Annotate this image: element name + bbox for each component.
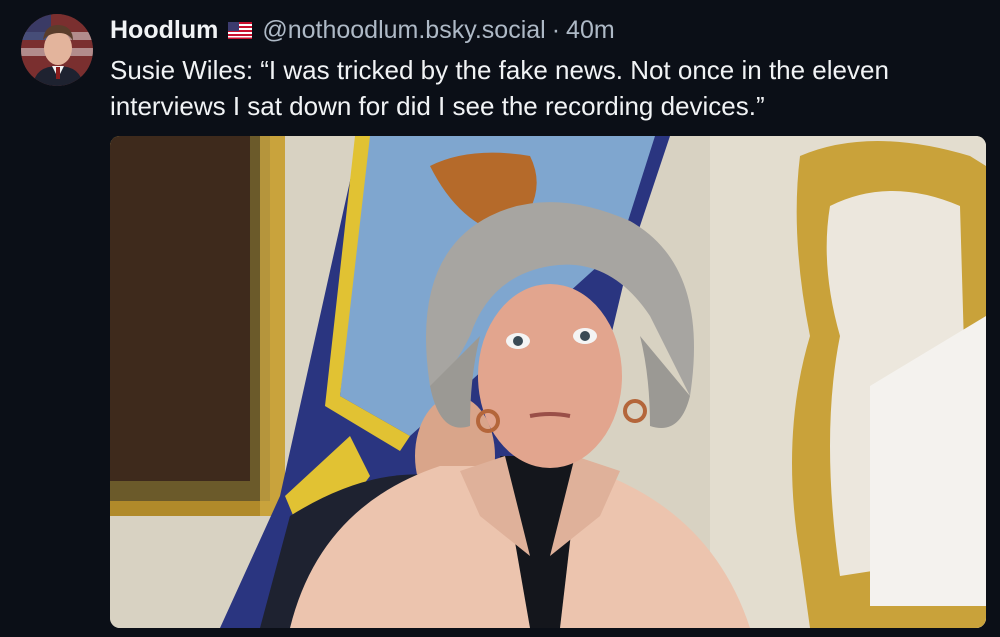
avatar-portrait-icon	[21, 14, 93, 86]
author-avatar[interactable]	[21, 14, 93, 86]
post-text: Susie Wiles: “I was tricked by the fake …	[110, 55, 889, 121]
post-image[interactable]	[110, 136, 986, 628]
post-header: Hoodlum @nothoodlum.bsky.social · 40m	[110, 14, 615, 46]
post-timestamp[interactable]: 40m	[566, 16, 615, 45]
author-display-name[interactable]: Hoodlum	[110, 16, 218, 45]
us-flag-icon	[228, 21, 253, 39]
photo-icon	[110, 136, 986, 628]
separator-dot: ·	[551, 15, 561, 44]
post[interactable]: Hoodlum @nothoodlum.bsky.social · 40m Su…	[0, 0, 1000, 637]
author-handle[interactable]: @nothoodlum.bsky.social	[262, 16, 545, 45]
